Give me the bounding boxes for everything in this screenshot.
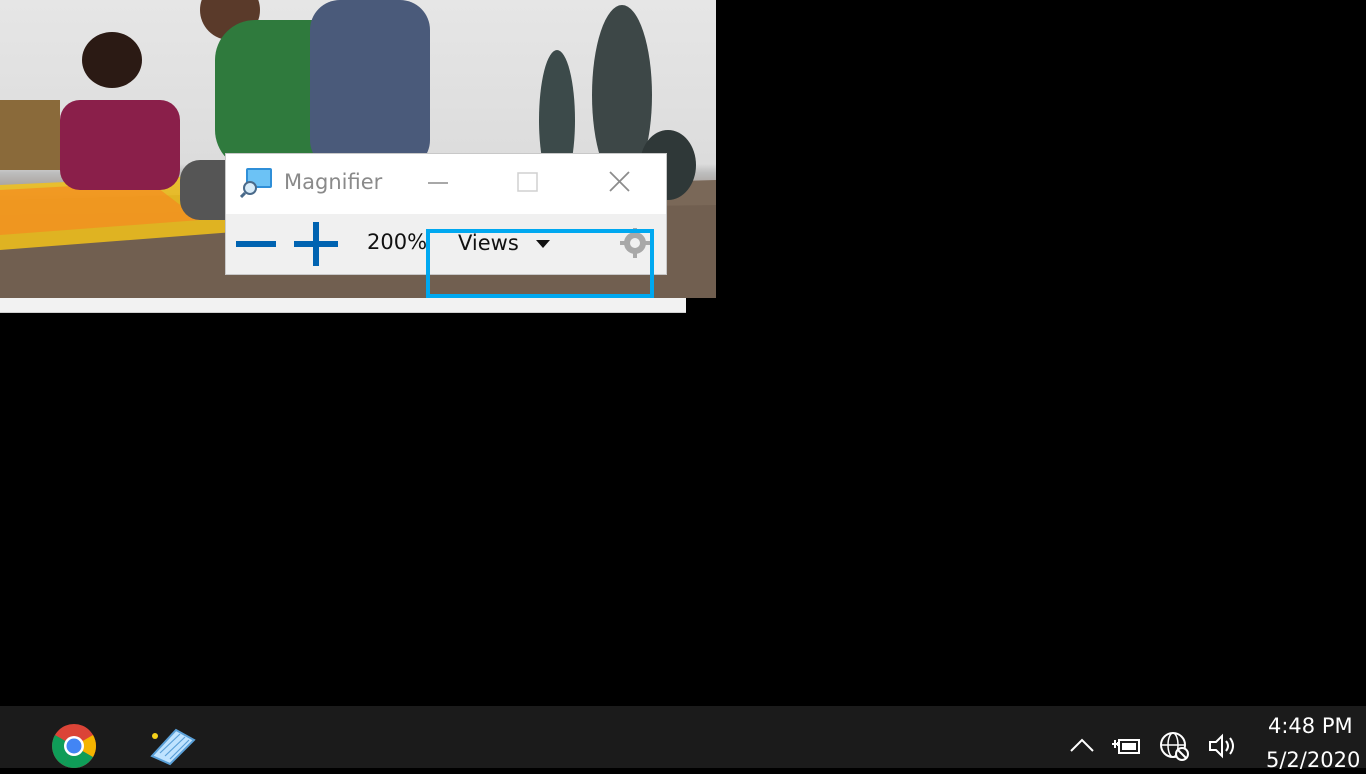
close-button[interactable] bbox=[598, 162, 642, 202]
network-status-button[interactable] bbox=[1158, 730, 1190, 762]
clock-time[interactable]: 4:48 PM bbox=[1268, 714, 1353, 738]
on-screen-keyboard-taskbar-button[interactable] bbox=[146, 726, 198, 766]
power-icon bbox=[1112, 739, 1140, 754]
minus-icon bbox=[236, 241, 276, 247]
zoom-out-button[interactable] bbox=[234, 224, 278, 264]
maximize-icon bbox=[517, 172, 538, 192]
zoom-in-button[interactable] bbox=[292, 220, 340, 268]
minimize-icon bbox=[428, 182, 448, 184]
focus-highlight-rectangle bbox=[426, 229, 654, 298]
network-icon bbox=[1160, 732, 1189, 761]
chrome-taskbar-button[interactable] bbox=[50, 722, 98, 770]
taskbar: 4:48 PM 5/2/2020 bbox=[0, 706, 1366, 772]
zoom-level: 200% bbox=[367, 230, 428, 254]
volume-button[interactable] bbox=[1206, 730, 1238, 762]
power-status-button[interactable] bbox=[1110, 730, 1142, 762]
title-bar[interactable]: Magnifier bbox=[226, 154, 666, 212]
maximize-button[interactable] bbox=[506, 162, 550, 202]
photo-frame-strip bbox=[0, 298, 686, 313]
clock-date[interactable]: 5/2/2020 bbox=[1266, 748, 1360, 772]
close-icon bbox=[609, 171, 630, 192]
volume-icon bbox=[1209, 733, 1234, 759]
plus-icon bbox=[294, 222, 338, 266]
magnifier-icon bbox=[240, 168, 272, 198]
chrome-icon bbox=[52, 724, 96, 768]
desktop: Magnifier 200% Views 4:48 PM 5/2/2020 bbox=[0, 0, 1366, 772]
minimize-button[interactable] bbox=[416, 162, 460, 202]
window-title: Magnifier bbox=[284, 170, 383, 194]
on-screen-keyboard-icon bbox=[150, 728, 196, 766]
show-hidden-icons-button[interactable] bbox=[1066, 730, 1098, 762]
chevron-up-icon bbox=[1070, 738, 1094, 752]
